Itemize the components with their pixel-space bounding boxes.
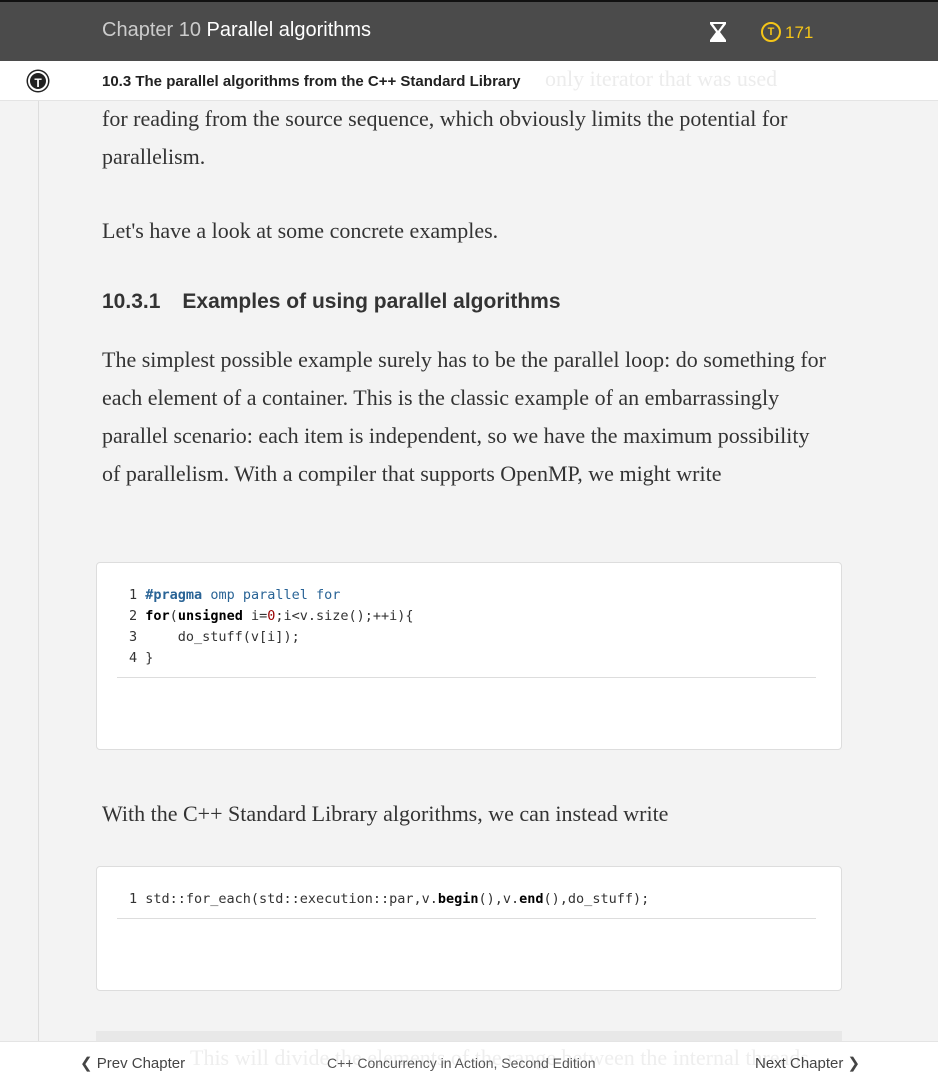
chevron-right-icon: ❯ [843, 1055, 861, 1072]
code-block[interactable]: 1 #pragma omp parallel for 2 for(unsigne… [96, 562, 842, 750]
publisher-logo-icon[interactable]: T [28, 71, 48, 91]
token-coin-icon: T [761, 22, 781, 42]
paragraph: for reading from the source sequence, wh… [102, 106, 788, 169]
prev-chapter-button[interactable]: ❮ Prev Chapter [80, 1054, 185, 1072]
scrolled-text-ghost: only iterator that was used [545, 66, 778, 91]
chevron-left-icon: ❮ [80, 1055, 97, 1072]
paragraph: Let's have a look at some concrete examp… [102, 218, 499, 243]
code-block[interactable]: 1 std::for_each(std::execution::par,v.be… [96, 866, 842, 991]
paragraph: With the C++ Standard Library algorithms… [102, 801, 669, 826]
hourglass-icon[interactable] [708, 21, 728, 43]
section-heading: 10.3.1 Examples of using parallel algorit… [102, 290, 561, 313]
divider [38, 101, 39, 1041]
paragraph: The simplest possible example surely has… [102, 347, 827, 486]
section-title[interactable]: 10.3 The parallel algorithms from the C+… [102, 73, 520, 90]
code-listing: 1 #pragma omp parallel for 2 for(unsigne… [117, 585, 816, 678]
footer-nav: This will divide the elements of the ran… [0, 1041, 938, 1080]
code-listing: 1 std::for_each(std::execution::par,v.be… [117, 889, 816, 919]
token-count[interactable]: 171 [785, 23, 813, 43]
section-header: only iterator that was used T 10.3 The p… [0, 61, 938, 101]
chapter-title[interactable]: Chapter 10 Parallel algorithms [102, 19, 371, 42]
book-title[interactable]: C++ Concurrency in Action, Second Editio… [327, 1055, 596, 1071]
top-bar: Chapter 10 Parallel algorithms T 171 [0, 0, 938, 61]
next-chapter-button[interactable]: Next Chapter ❯ [755, 1054, 860, 1072]
